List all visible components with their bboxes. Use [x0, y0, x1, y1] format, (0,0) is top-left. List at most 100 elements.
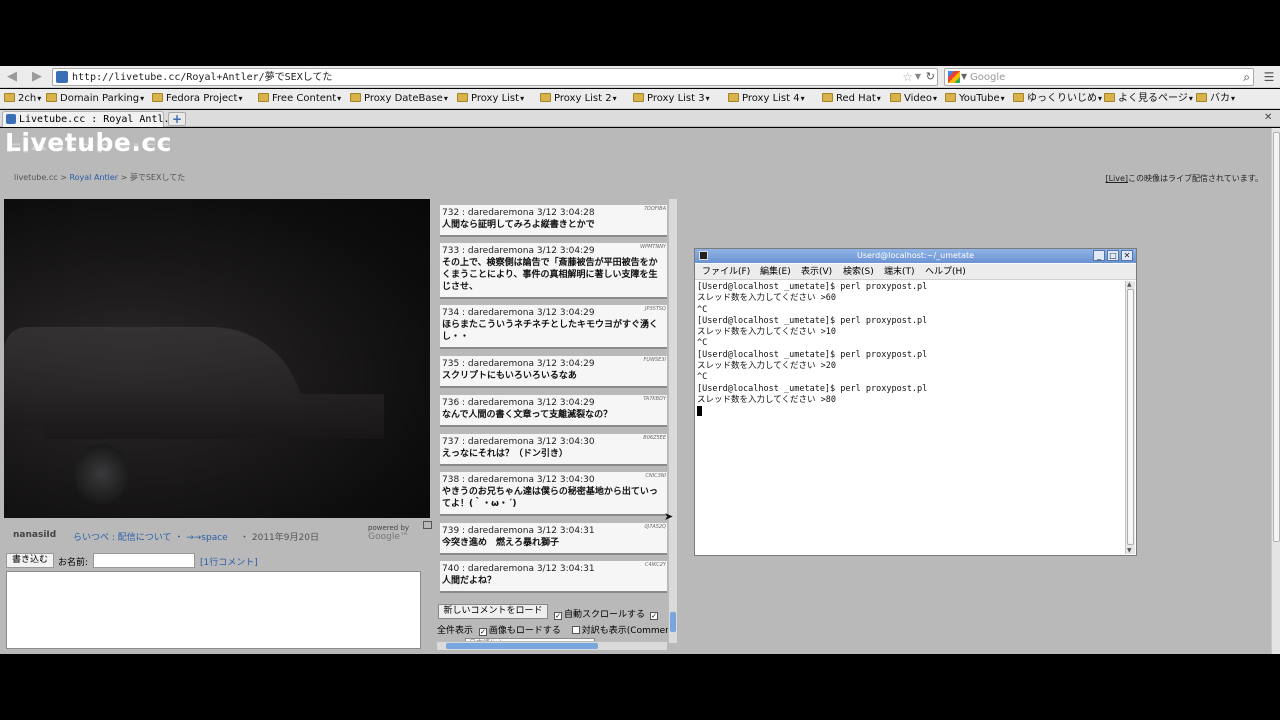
back-arrow-icon[interactable]: ◀: [4, 69, 20, 85]
video-player[interactable]: [4, 199, 430, 518]
chevron-down-icon: ▾: [705, 94, 710, 103]
chat-message-id: 7DQFIBA: [643, 206, 666, 212]
search-bar[interactable]: ▼ Google ⌕: [944, 68, 1254, 86]
url-text[interactable]: http://livetube.cc/Royal+Antler/夢でSEXしてた: [72, 70, 332, 85]
folder-icon: [822, 93, 833, 102]
search-input[interactable]: Google: [970, 70, 1005, 85]
engine-dropdown-icon[interactable]: ▼: [961, 69, 967, 85]
menu-edit[interactable]: 編集(E): [760, 266, 791, 278]
folder-icon: [350, 93, 361, 102]
toolbar-overflow-icon[interactable]: ☰: [1261, 69, 1277, 85]
chat-horizontal-scrollbar[interactable]: [437, 641, 667, 650]
folder-icon: [258, 93, 269, 102]
url-bar[interactable]: http://livetube.cc/Royal+Antler/夢でSEXしてた…: [52, 68, 938, 86]
terminal-window[interactable]: Userd@localhost:~/_umetate _ □ ✕ ファイル(F)…: [694, 248, 1137, 556]
bookmark-folder-proxy-list-2[interactable]: Proxy List 2▾: [540, 92, 617, 106]
autoscroll-option[interactable]: ✓ 自動スクロールする: [554, 607, 645, 620]
forward-arrow-icon[interactable]: ▶: [29, 69, 45, 85]
scroll-up-icon[interactable]: ▲: [1127, 281, 1132, 288]
scrollbar-thumb[interactable]: [1127, 289, 1134, 545]
bookmark-folder-proxy-list[interactable]: Proxy List▾: [457, 92, 524, 106]
chat-message-body: スクリプトにもいろいろいるなあ: [442, 371, 577, 381]
menu-file[interactable]: ファイル(F): [702, 266, 750, 278]
letterbox-bottom: [0, 654, 1280, 720]
terminal-menubar: ファイル(F) 編集(E) 表示(V) 検索(S) 端末(T) ヘルプ(H): [695, 264, 1136, 280]
chevron-down-icon: ▾: [238, 94, 243, 103]
menu-help[interactable]: ヘルプ(H): [925, 266, 966, 278]
menu-search[interactable]: 検索(S): [843, 266, 874, 278]
live-link[interactable]: [Live]: [1105, 174, 1128, 183]
chevron-down-icon: ▾: [1231, 94, 1236, 103]
autoscroll-checkbox[interactable]: ✓: [554, 612, 562, 620]
chat-message: 740 : daredaremona 3/12 3:04:31 C4IKC2Y 人…: [440, 561, 667, 593]
name-input[interactable]: [93, 553, 195, 568]
bookmark-folder-yukkuri[interactable]: ゆっくりいじめ▾: [1013, 92, 1102, 106]
terminal-cursor: [697, 406, 702, 417]
bookmark-folder-free-content[interactable]: Free Content▾: [258, 92, 341, 106]
page-vertical-scrollbar[interactable]: [1271, 128, 1280, 654]
new-tab-button[interactable]: +: [168, 112, 186, 126]
chat-message: 735 : daredaremona 3/12 3:04:29 FUWSE3I ス…: [440, 356, 667, 388]
terminal-line: スレッド数を入力してください >80: [697, 394, 836, 405]
bookmark-folder-frequent[interactable]: よく見るページ▾: [1104, 92, 1193, 106]
breadcrumb-channel[interactable]: Royal Antler: [69, 173, 118, 182]
breadcrumb: livetube.cc > Royal Antler > 夢でSEXしてた: [14, 172, 185, 183]
terminal-line: スレッド数を入力してください >20: [697, 361, 836, 372]
tab-livetube[interactable]: Livetube.cc : Royal Antl...: [2, 111, 182, 127]
menu-terminal[interactable]: 端末(T): [884, 266, 915, 278]
scrollbar-thumb[interactable]: [670, 612, 676, 632]
breadcrumb-home[interactable]: livetube.cc: [14, 173, 58, 182]
chevron-down-icon: ▾: [612, 94, 617, 103]
chat-message-id: TA7KBDY: [643, 396, 666, 402]
bookmark-star-icon[interactable]: ☆: [902, 69, 913, 85]
chat-vertical-scrollbar[interactable]: [668, 199, 677, 643]
google-engine-icon[interactable]: [948, 71, 960, 83]
terminal-scrollbar[interactable]: ▲ ▼: [1125, 281, 1135, 554]
terminal-titlebar[interactable]: Userd@localhost:~/_umetate _ □ ✕: [695, 249, 1136, 263]
scrollbar-thumb[interactable]: [1273, 132, 1280, 542]
bookmark-folder-proxy-list-4[interactable]: Proxy List 4▾: [728, 92, 805, 106]
bookmark-folder-proxy-list-3[interactable]: Proxy List 3▾: [633, 92, 710, 106]
close-icon[interactable]: ✕: [1121, 250, 1133, 261]
bookmark-folder-red-hat[interactable]: Red Hat▾: [822, 92, 881, 106]
folder-icon: [945, 93, 956, 102]
minimize-icon[interactable]: _: [1093, 250, 1105, 261]
chat-message-header: 736 : daredaremona 3/12 3:04:29: [442, 398, 595, 408]
url-dropdown-icon[interactable]: ▼: [915, 69, 921, 85]
scroll-down-icon[interactable]: ▼: [1127, 547, 1132, 554]
bookmark-folder-youtube[interactable]: YouTube▾: [945, 92, 1005, 106]
reload-icon[interactable]: ↻: [926, 69, 935, 85]
chat-message: 738 : daredaremona 3/12 3:04:30 CNIC3NI や…: [440, 472, 667, 516]
comment-textarea[interactable]: [6, 571, 421, 649]
show-all-link[interactable]: 全件表示: [437, 626, 473, 636]
close-tab-icon[interactable]: ✕: [1264, 112, 1272, 123]
terminal-output[interactable]: [Userd@localhost _umetate]$ perl proxypo…: [697, 281, 1125, 553]
maximize-icon[interactable]: □: [1107, 250, 1119, 261]
popout-icon[interactable]: [423, 521, 432, 529]
name-label: お名前:: [58, 558, 89, 568]
bookmark-folder-domain-parking[interactable]: Domain Parking▾: [46, 92, 144, 106]
folder-icon: [1013, 93, 1024, 102]
write-comment-tab[interactable]: 書き込む: [6, 553, 55, 568]
bookmark-folder-video[interactable]: Video▾: [890, 92, 937, 106]
bookmark-folder-baka[interactable]: バカ▾: [1196, 92, 1235, 106]
video-scene-shape: [44, 394, 384, 439]
live-status-note: [Live]この映像はライブ配信されています。: [1105, 174, 1263, 183]
scrollbar-thumb[interactable]: [446, 643, 598, 649]
one-line-comment-link[interactable]: [1行コメント]: [200, 555, 258, 568]
show-translation-checkbox[interactable]: [571, 626, 580, 634]
chat-message: 736 : daredaremona 3/12 3:04:29 TA7KBDY な…: [440, 395, 667, 427]
terminal-line: スレッド数を入力してください >10: [697, 327, 836, 338]
bookmark-folder-fedora[interactable]: Fedora Project▾: [152, 92, 242, 106]
load-new-comments-button[interactable]: 新しいコメントをロード: [438, 604, 548, 619]
extra-checkbox[interactable]: ✓: [650, 607, 660, 620]
load-images-checkbox[interactable]: ✓: [478, 628, 487, 636]
info-links[interactable]: らいつべ : 配信について ・ →→space: [73, 530, 228, 543]
chat-message-body: 人間なら証明してみろよ縦書きとかで: [442, 220, 595, 230]
bookmark-folder-proxy-datebase[interactable]: Proxy DateBase▾: [350, 92, 448, 106]
chat-message-id: CNIC3NI: [645, 473, 666, 479]
menu-view[interactable]: 表示(V): [801, 266, 832, 278]
search-magnifier-icon[interactable]: ⌕: [1243, 69, 1250, 85]
chat-message-body: 人間だよね？: [442, 576, 497, 586]
bookmark-folder-2ch[interactable]: 2ch▾: [4, 92, 41, 106]
